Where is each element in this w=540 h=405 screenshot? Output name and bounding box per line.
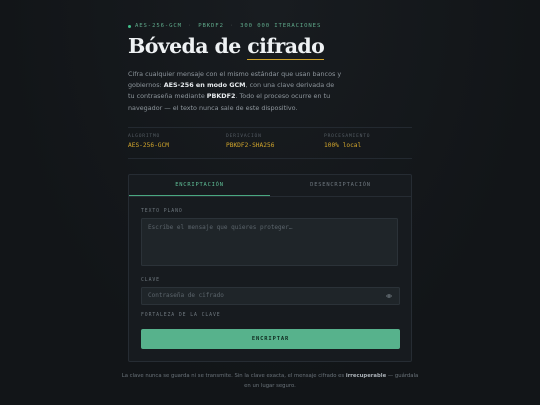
intro-bold-pbkdf2: PBKDF2 bbox=[206, 92, 236, 101]
eyebrow: AES-256-GCM · PBKDF2 · 300 000 ITERACION… bbox=[128, 23, 321, 29]
key-label: CLAVE bbox=[141, 278, 160, 283]
plaintext-input[interactable]: Escribe el mensaje que quieres proteger… bbox=[141, 218, 398, 266]
cipher-card: ENCRIPTACIÓN DESENCRIPTACIÓN TEXTO PLANO… bbox=[128, 174, 412, 362]
page-title: Bóveda de cifrado bbox=[128, 34, 325, 60]
eye-icon[interactable] bbox=[386, 293, 392, 299]
stat-derivation: DERIVACIÓN PBKDF2-SHA256 bbox=[226, 134, 274, 149]
key-input[interactable]: Contraseña de cifrado bbox=[141, 287, 400, 305]
stat-value: AES-256-GCM bbox=[128, 142, 169, 149]
footer-bold: irrecuperable bbox=[345, 373, 387, 379]
key-strength-label: FORTALEZA DE LA CLAVE bbox=[141, 313, 221, 318]
intro-bold-aes: AES-256 en modo GCM bbox=[163, 81, 246, 90]
plaintext-label: TEXTO PLANO bbox=[141, 209, 183, 214]
eyebrow-item-iterations: 300 000 ITERACIONES bbox=[240, 23, 322, 29]
stat-value: PBKDF2-SHA256 bbox=[226, 142, 275, 149]
stat-label: DERIVACIÓN bbox=[226, 134, 262, 139]
eyebrow-item-algorithm: AES-256-GCM bbox=[135, 23, 182, 29]
stat-algorithm: ALGORITMO AES-256-GCM bbox=[128, 134, 169, 149]
intro-paragraph: Cifra cualquier mensaje con el mismo est… bbox=[128, 69, 342, 114]
page-title-prefix: Bóveda de bbox=[128, 34, 248, 58]
page-title-highlight: cifrado bbox=[247, 34, 325, 60]
footer-note: La clave nunca se guarda ni se transmite… bbox=[118, 372, 422, 391]
stat-value: 100% local bbox=[324, 142, 362, 149]
dot-icon bbox=[128, 24, 131, 28]
tab-decrypt[interactable]: DESENCRIPTACIÓN bbox=[270, 175, 411, 196]
key-placeholder: Contraseña de cifrado bbox=[148, 292, 224, 299]
eyebrow-separator: · bbox=[229, 23, 235, 29]
eyebrow-item-kdf: PBKDF2 bbox=[198, 23, 224, 29]
page: AES-256-GCM · PBKDF2 · 300 000 ITERACION… bbox=[0, 0, 540, 405]
encrypt-button[interactable]: ENCRIPTAR bbox=[141, 329, 400, 349]
tab-encrypt[interactable]: ENCRIPTACIÓN bbox=[129, 175, 270, 196]
footer-text: La clave nunca se guarda ni se transmite… bbox=[121, 373, 346, 379]
stat-label: PROCESAMIENTO bbox=[324, 134, 371, 139]
eyebrow-separator: · bbox=[187, 23, 193, 29]
mode-tabs: ENCRIPTACIÓN DESENCRIPTACIÓN bbox=[129, 175, 411, 197]
stats-strip: ALGORITMO AES-256-GCM DERIVACIÓN PBKDF2-… bbox=[128, 127, 412, 159]
stat-processing: PROCESAMIENTO 100% local bbox=[324, 134, 370, 149]
stat-label: ALGORITMO bbox=[128, 134, 161, 139]
